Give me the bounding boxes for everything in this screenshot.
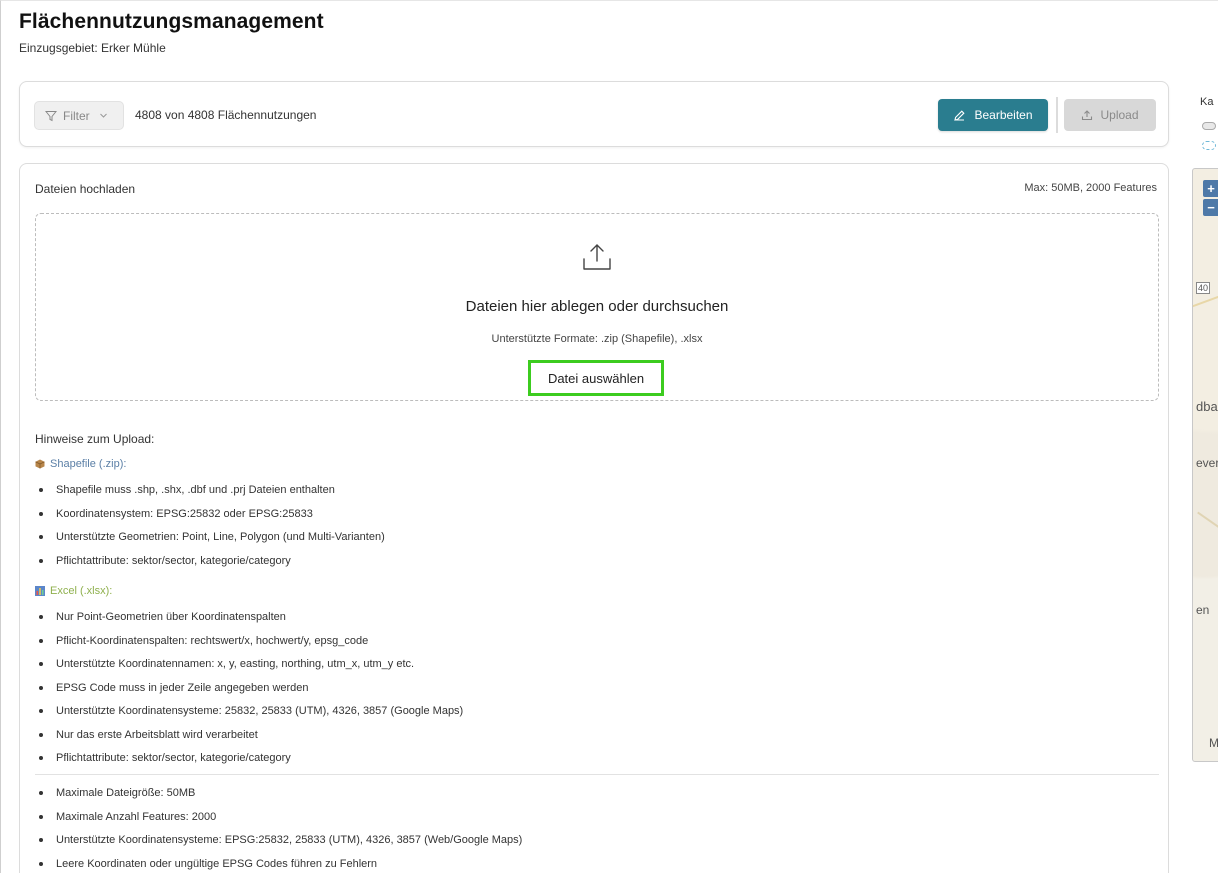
- toolbar-divider: [1056, 97, 1058, 133]
- list-item: Nur das erste Arbeitsblatt wird verarbei…: [35, 728, 463, 752]
- list-item: Unterstützte Koordinatennamen: x, y, eas…: [35, 657, 463, 681]
- map-place-label: M: [1209, 736, 1218, 750]
- list-item: Koordinatensystem: EPSG:25832 oder EPSG:…: [35, 507, 385, 531]
- upload-icon: [583, 244, 611, 270]
- list-item: Pflichtattribute: sektor/sector, kategor…: [35, 751, 463, 775]
- zoom-in-button[interactable]: +: [1203, 180, 1218, 197]
- map-place-label: dba: [1196, 399, 1218, 414]
- zoom-out-button[interactable]: −: [1203, 199, 1218, 216]
- upload-label: Upload: [1100, 108, 1139, 122]
- chevron-down-icon: [99, 113, 107, 118]
- select-file-button[interactable]: Datei auswählen: [528, 360, 664, 396]
- file-dropzone[interactable]: Dateien hier ablegen oder durchsuchen Un…: [35, 213, 1159, 401]
- shapefile-title: Shapefile (.zip):: [50, 458, 127, 470]
- page-subtitle: Einzugsgebiet: Erker Mühle: [19, 41, 166, 55]
- filter-button[interactable]: Filter: [34, 101, 124, 130]
- boundary-toggle[interactable]: [1202, 141, 1216, 150]
- edit-button[interactable]: Bearbeiten: [938, 99, 1048, 131]
- list-item: Shapefile muss .shp, .shx, .dbf und .prj…: [35, 483, 385, 507]
- map-road-label: 40: [1196, 282, 1211, 294]
- list-item: Maximale Dateigröße: 50MB: [35, 786, 522, 810]
- layer-toggle[interactable]: [1202, 122, 1216, 130]
- dropzone-formats: Unterstützte Formate: .zip (Shapefile), …: [491, 333, 703, 345]
- map-place-label: en: [1196, 603, 1210, 617]
- notes-divider: [35, 774, 1159, 775]
- list-item: Maximale Anzahl Features: 2000: [35, 810, 522, 834]
- excel-section-title: Excel (.xlsx):: [35, 585, 112, 597]
- filter-label: Filter: [63, 108, 90, 123]
- list-item: Pflicht-Koordinatenspalten: rechtswert/x…: [35, 634, 463, 658]
- pencil-icon: [954, 109, 966, 121]
- map-panel-label: Ka: [1200, 96, 1214, 108]
- dropzone-title: Dateien hier ablegen oder durchsuchen: [465, 298, 729, 315]
- edit-label: Bearbeiten: [974, 108, 1033, 122]
- list-item: Nur Point-Geometrien über Koordinatenspa…: [35, 610, 463, 634]
- list-item: Unterstützte Koordinatensysteme: EPSG:25…: [35, 833, 522, 857]
- shapefile-section-title: Shapefile (.zip):: [35, 458, 126, 470]
- upload-title: Dateien hochladen: [35, 182, 136, 196]
- list-item: Unterstützte Koordinatensysteme: 25832, …: [35, 704, 463, 728]
- excel-title: Excel (.xlsx):: [50, 585, 113, 597]
- general-notes-list: Maximale Dateigröße: 50MB Maximale Anzah…: [35, 786, 522, 873]
- excel-notes-list: Nur Point-Geometrien über Koordinatenspa…: [35, 610, 463, 775]
- upload-notes-heading: Hinweise zum Upload:: [35, 432, 155, 446]
- page-title: Flächennutzungsmanagement: [19, 10, 324, 33]
- bar-chart-icon: [35, 586, 45, 596]
- filter-icon: [45, 110, 57, 121]
- result-count: 4808 von 4808 Flächennutzungen: [135, 108, 317, 122]
- shapefile-notes-list: Shapefile muss .shp, .shx, .dbf und .prj…: [35, 483, 385, 577]
- upload-card: Dateien hochladen Max: 50MB, 2000 Featur…: [19, 163, 1169, 873]
- upload-icon: [1082, 110, 1093, 121]
- list-item: Leere Koordinaten oder ungültige EPSG Co…: [35, 857, 522, 873]
- list-item: EPSG Code muss in jeder Zeile angegeben …: [35, 681, 463, 705]
- map-place-label: ever: [1196, 456, 1218, 470]
- upload-limit: Max: 50MB, 2000 Features: [1024, 182, 1157, 194]
- upload-button[interactable]: Upload: [1064, 99, 1156, 131]
- toolbar-card: Filter 4808 von 4808 Flächennutzungen Be…: [19, 81, 1169, 147]
- list-item: Pflichtattribute: sektor/sector, kategor…: [35, 554, 385, 578]
- list-item: Unterstützte Geometrien: Point, Line, Po…: [35, 530, 385, 554]
- package-icon: [35, 459, 45, 469]
